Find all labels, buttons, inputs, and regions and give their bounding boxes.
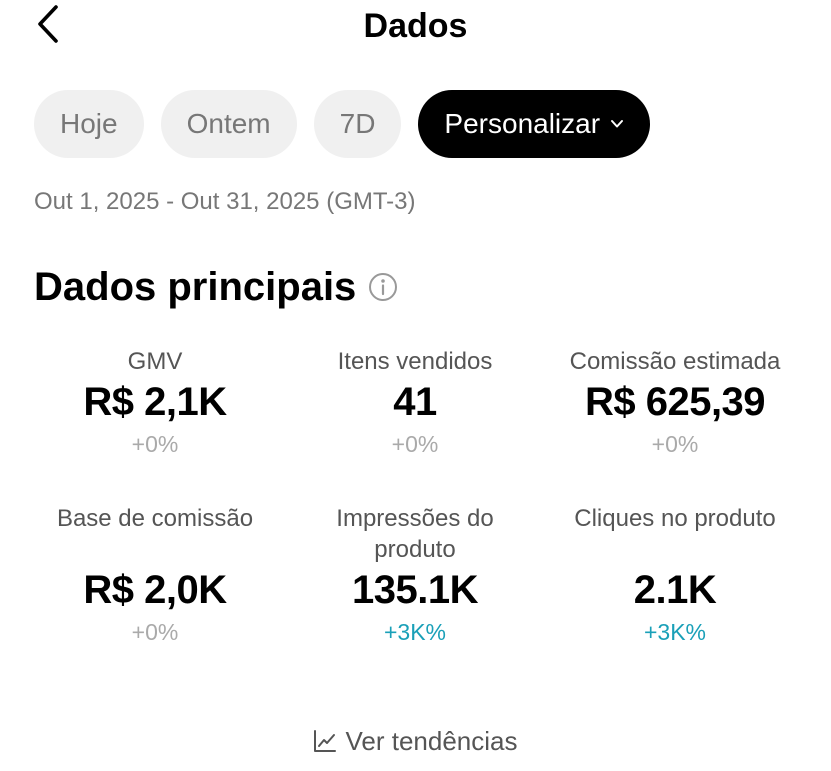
chip-label: Personalizar [444, 108, 601, 139]
date-filter-chips: Hoje Ontem 7D Personalizar [34, 90, 651, 158]
metric-value: 135.1K [352, 568, 478, 612]
metric-value: R$ 2,1K [83, 380, 227, 424]
chip-hoje[interactable]: Hoje [34, 90, 144, 158]
chip-label: 7D [339, 108, 376, 139]
metric-value: R$ 625,39 [584, 380, 766, 424]
metric-value: R$ 2,0K [83, 568, 227, 612]
section-header: Dados principais [34, 262, 398, 312]
chip-ontem[interactable]: Ontem [160, 90, 297, 158]
metric-change: +3K% [643, 619, 706, 645]
metric-itens-vendidos[interactable]: Itens vendidos 41 +0% [285, 346, 545, 459]
metric-change: +3K% [383, 619, 446, 645]
metric-label: Cliques no produto [574, 505, 776, 532]
metric-impressoes-produto[interactable]: Impressões do produto 135.1K +3K% [285, 503, 545, 647]
line-chart-icon [313, 729, 337, 753]
metric-label: Comissão estimada [569, 348, 781, 375]
chip-label: Hoje [60, 108, 118, 139]
metric-label: Base de comissão [56, 505, 254, 532]
chip-label: Ontem [186, 108, 271, 139]
metric-cliques-produto[interactable]: Cliques no produto 2.1K +3K% [545, 503, 805, 647]
page-title: Dados [363, 7, 468, 45]
date-range: Out 1, 2025 - Out 31, 2025 (GMT-3) [34, 188, 416, 215]
metric-change: +0% [131, 619, 179, 645]
metric-value: 2.1K [633, 568, 717, 612]
metric-gmv[interactable]: GMV R$ 2,1K +0% [25, 346, 285, 459]
metric-value: 41 [393, 380, 437, 424]
metric-change: +0% [651, 431, 699, 457]
header: Dados [0, 0, 831, 54]
metric-label: Itens vendidos [337, 348, 493, 375]
metric-label: GMV [127, 348, 183, 375]
section-title: Dados principais [34, 265, 357, 309]
metric-comissao-estimada[interactable]: Comissão estimada R$ 625,39 +0% [545, 346, 805, 459]
metric-change: +0% [131, 431, 179, 457]
info-icon[interactable] [368, 272, 398, 302]
chip-personalizar[interactable]: Personalizar [418, 90, 651, 158]
view-trends-label: Ver tendências [345, 726, 518, 756]
metric-base-comissao[interactable]: Base de comissão R$ 2,0K +0% [25, 503, 285, 647]
metric-change: +0% [391, 431, 439, 457]
chevron-down-icon [610, 119, 624, 129]
view-trends-button[interactable]: Ver tendências [0, 722, 831, 760]
chip-7d[interactable]: 7D [313, 90, 402, 158]
metric-label: Impressões do produto [336, 505, 494, 563]
